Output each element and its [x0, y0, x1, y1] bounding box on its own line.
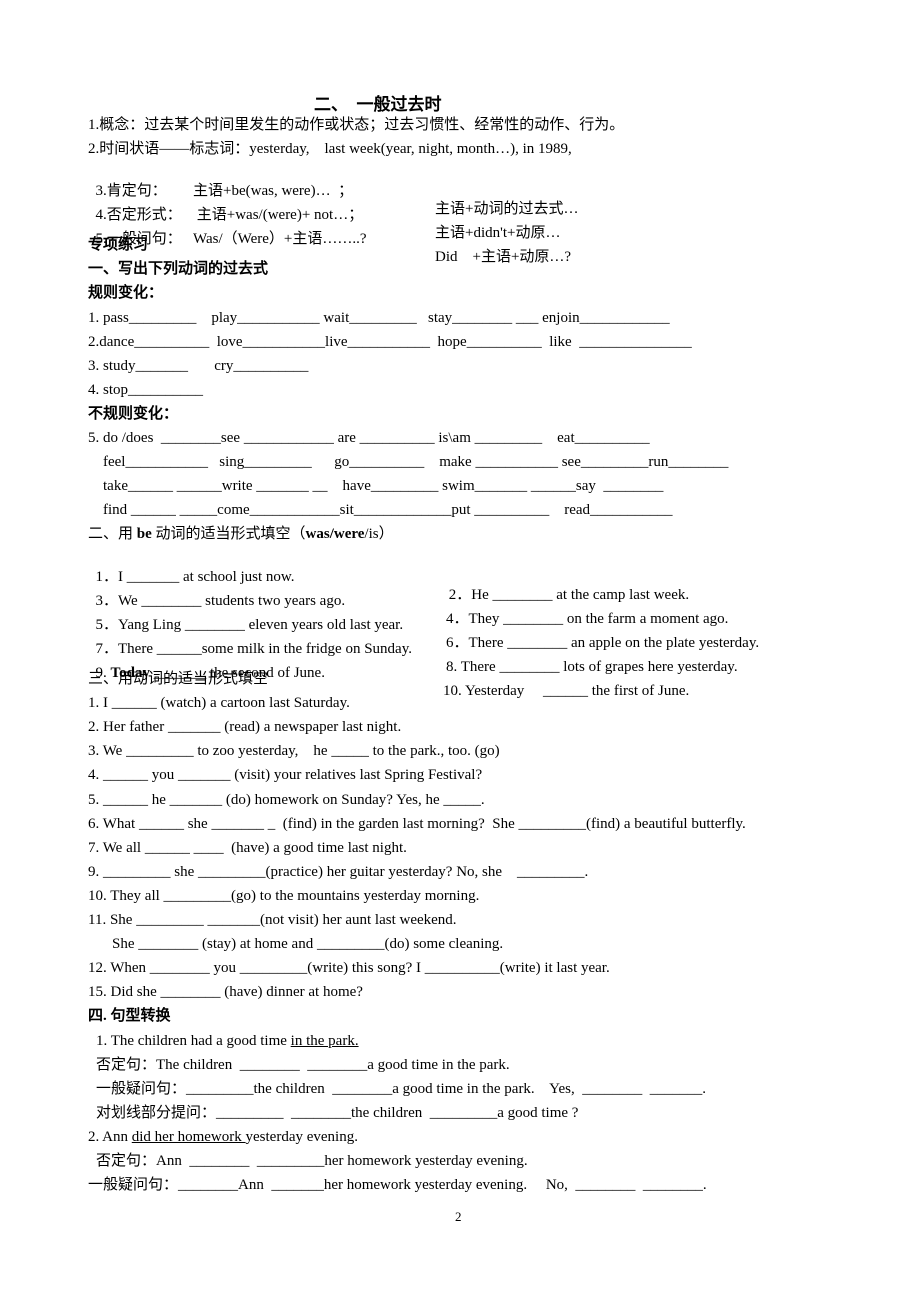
q2-yes-no: 一般疑问句：________Ann _______her homework ye… [88, 1177, 707, 1193]
affirmative-verb: 主语+动词的过去式… [435, 201, 579, 217]
verb-item: 6. What ______ she _______ _ (find) in t… [88, 816, 746, 832]
regular-label: 规则变化： [88, 285, 164, 301]
verb-item: 3. We _________ to zoo yesterday, he ___… [88, 743, 500, 759]
verb-item: 9. _________ she _________(practice) her… [88, 864, 589, 880]
concept-line: 1.概念：过去某个时间里发生的动作或状态；过去习惯性、经常性的动作、行为。 [88, 117, 625, 133]
section-3-heading: 三、用动词的适当形式填空 [88, 671, 269, 687]
time-adverbials-line: 2.时间状语——标志词：yesterday, last week(year, n… [88, 141, 572, 157]
be-item-4: 4．They ________ on the farm a moment ago… [446, 611, 729, 627]
q1-yes-no: 一般疑问句：_________the children ________a go… [96, 1081, 706, 1097]
heading-part: be [136, 526, 152, 542]
q2-text: 2. Ann [88, 1129, 132, 1145]
q1-wh: 对划线部分提问：_________ ________the children _… [96, 1105, 579, 1121]
verb-item: 12. When ________ you _________(write) t… [88, 960, 610, 976]
irregular-label: 不规则变化： [88, 406, 179, 422]
regular-row-3: 3. study_______ cry__________ [88, 358, 309, 374]
verb-item: 7. We all ______ ____ (have) a good time… [88, 840, 407, 856]
section-4-heading: 四. 句型转换 [88, 1008, 171, 1024]
be-item-10: 10. Yesterday ______ the first of June. [443, 683, 690, 699]
q1-underlined: in the park. [290, 1033, 359, 1049]
heading-part: was/were [305, 526, 365, 542]
q1-text: 1. The children had a good time [96, 1033, 291, 1049]
transform-q1: 1. The children had a good time in the p… [96, 1032, 359, 1050]
negative-verb: 主语+didn't+动原… [435, 225, 561, 241]
be-item-6: 6．There ________ an apple on the plate y… [446, 635, 760, 651]
q1-negative: 否定句：The children ________ ________a good… [96, 1057, 510, 1073]
irregular-row-3: take______ ______write _______ __ have__… [103, 478, 664, 494]
practice-heading: 专项练习 [88, 237, 149, 253]
be-item-2: 2．He ________ at the camp last week. [445, 587, 690, 603]
page-number: 2 [455, 1209, 462, 1224]
verb-item: She ________ (stay) at home and ________… [112, 936, 504, 952]
regular-row-4: 4. stop__________ [88, 382, 204, 398]
verb-item: 10. They all _________(go) to the mounta… [88, 888, 480, 904]
be-item-8: 8. There ________ lots of grapes here ye… [446, 659, 738, 675]
irregular-row-4: find ______ _____come____________sit____… [103, 502, 673, 518]
irregular-row-1: 5. do /does ________see ____________ are… [88, 430, 650, 446]
heading-part: /is） [364, 526, 394, 542]
transform-q2: 2. Ann did her homework yesterday evenin… [88, 1128, 358, 1146]
section-1-heading: 一、写出下列动词的过去式 [88, 261, 269, 277]
page-title: 二、 一般过去时 [314, 95, 442, 114]
q2-negative: 否定句：Ann ________ _________her homework y… [96, 1153, 528, 1169]
regular-row-1: 1. pass_________ play___________ wait___… [88, 310, 670, 326]
verb-item: 5. ______ he _______ (do) homework on Su… [88, 792, 485, 808]
regular-row-2: 2.dance__________ love___________live___… [88, 334, 692, 350]
verb-item: 15. Did she ________ (have) dinner at ho… [88, 984, 363, 1000]
irregular-row-2: feel___________ sing_________ go________… [103, 454, 729, 470]
verb-item: 1. I ______ (watch) a cartoon last Satur… [88, 695, 350, 711]
verb-item: 2. Her father _______ (read) a newspaper… [88, 719, 402, 735]
question-verb: Did +主语+动原…? [435, 249, 572, 265]
verb-item: 4. ______ you _______ (visit) your relat… [88, 767, 483, 783]
q2-underlined: did her homework [131, 1129, 246, 1145]
section-2-heading: 二、用 be 动词的适当形式填空（was/were/is） [88, 525, 394, 543]
heading-part: 二、用 [88, 526, 137, 542]
verb-item: 11. She _________ _______(not visit) her… [88, 912, 457, 928]
heading-part: 动词的适当形式填空（ [151, 526, 306, 542]
q2-text: yesterday evening. [245, 1129, 358, 1145]
